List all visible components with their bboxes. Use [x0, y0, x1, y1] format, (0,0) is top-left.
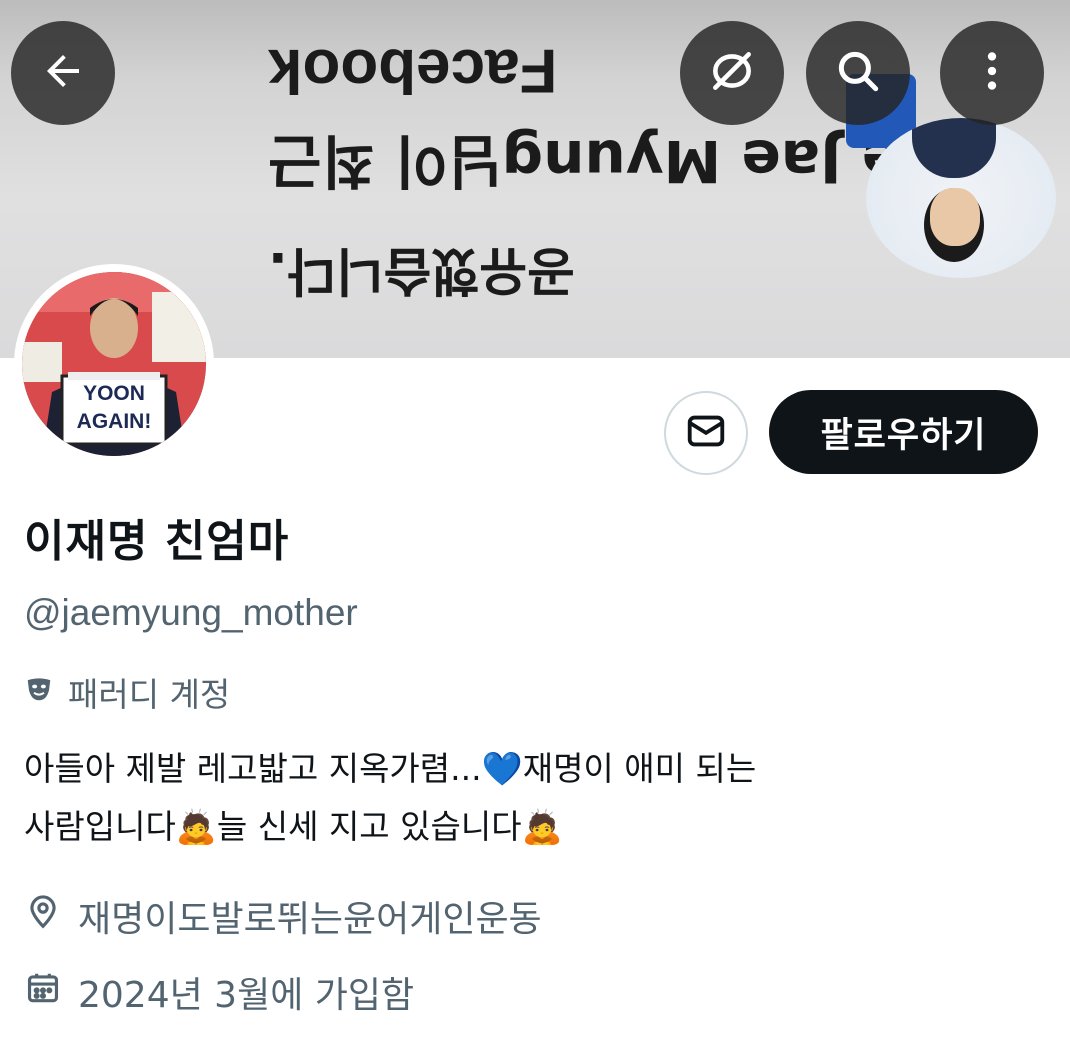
unfollow-toggle-button[interactable] [680, 21, 784, 125]
profile-avatar[interactable]: YOON AGAIN! [14, 264, 214, 464]
back-button[interactable] [11, 21, 115, 125]
arrow-left-icon [39, 47, 87, 99]
search-icon [833, 46, 883, 100]
bio-line2: 사람입니다🙇늘 신세 지고 있습니다🙇 [24, 807, 563, 846]
avatar-sign-line2: AGAIN! [76, 410, 152, 433]
avatar-sign-line1: YOON [83, 382, 145, 405]
display-name: 이재명 친엄마 [24, 516, 290, 567]
location-pin-icon [24, 893, 62, 940]
more-vertical-icon [967, 46, 1017, 100]
calendar-icon [24, 969, 62, 1016]
location-text: 재명이도발로뛰는윤어게인운동 [78, 899, 542, 940]
bio: 아들아 제발 레고밟고 지옥가렴...💙재명이 애미 되는 사람입니다🙇늘 신세… [24, 740, 1044, 856]
location-row: 재명이도발로뛰는윤어게인운동 [24, 890, 542, 942]
banner-text-line3: 공유했습니다. [268, 240, 575, 300]
parody-label[interactable]: 패러디 계정 [24, 668, 230, 716]
avatar-image: YOON AGAIN! [22, 272, 206, 456]
banner-text-facebook: Facebook [268, 36, 558, 105]
parody-mask-icon [24, 673, 54, 712]
search-button[interactable] [806, 21, 910, 125]
message-button[interactable] [664, 391, 748, 475]
joined-row: 2024년 3월에 가입함 [24, 966, 414, 1018]
follow-button[interactable]: 팔로우하기 [769, 390, 1038, 474]
more-button[interactable] [940, 21, 1044, 125]
bio-line1: 아들아 제발 레고밟고 지옥가렴...💙재명이 애미 되는 [24, 749, 757, 788]
joined-text: 2024년 3월에 가입함 [78, 975, 415, 1016]
parody-label-text: 패러디 계정 [68, 675, 231, 714]
handle: @jaemyung_mother [24, 592, 358, 633]
eye-slash-icon [707, 46, 757, 100]
banner-avatar [866, 118, 1056, 278]
mail-icon [683, 408, 729, 458]
